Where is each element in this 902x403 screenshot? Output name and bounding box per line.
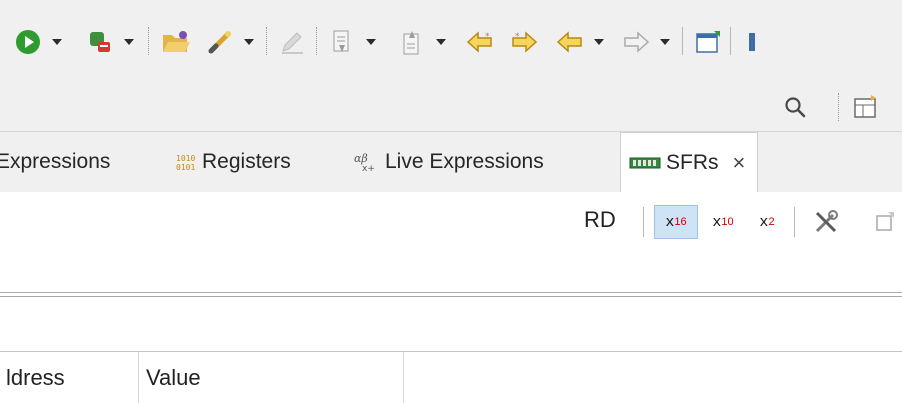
svg-text:*: * bbox=[515, 32, 520, 42]
radix-sub: 2 bbox=[768, 216, 775, 228]
view-tab-bar: Expressions 1010 0101 Registers αβ x+ Li… bbox=[0, 132, 902, 193]
insert-dropdown[interactable] bbox=[362, 27, 380, 57]
sfr-chip-icon bbox=[629, 157, 661, 169]
column-separator[interactable] bbox=[138, 352, 139, 403]
tab-label: Live Expressions bbox=[385, 150, 544, 173]
forward-icon bbox=[624, 31, 650, 53]
insert-button[interactable] bbox=[322, 27, 362, 57]
secondary-toolbar bbox=[0, 83, 902, 132]
back-button[interactable] bbox=[550, 27, 590, 57]
decimal-radix-button[interactable]: x 10 bbox=[702, 205, 744, 239]
chevron-down-icon bbox=[366, 39, 376, 45]
chevron-down-icon bbox=[594, 39, 604, 45]
back-dropdown[interactable] bbox=[590, 27, 608, 57]
insert-icon bbox=[333, 30, 349, 52]
run-button[interactable] bbox=[8, 27, 48, 57]
radix-sub: 10 bbox=[721, 216, 734, 228]
run-icon bbox=[16, 30, 40, 54]
perspective-icon bbox=[854, 95, 876, 118]
radix-base: x bbox=[712, 213, 722, 231]
debug-icon bbox=[90, 32, 110, 52]
export-dropdown[interactable] bbox=[432, 27, 450, 57]
next-edit-button[interactable]: * bbox=[504, 27, 544, 57]
wand-button[interactable] bbox=[200, 27, 240, 57]
wand-icon bbox=[208, 31, 231, 54]
svg-text:1010: 1010 bbox=[176, 154, 195, 163]
new-window-button[interactable] bbox=[688, 27, 728, 57]
forward-dropdown[interactable] bbox=[656, 27, 674, 57]
svg-text:x+: x+ bbox=[362, 164, 375, 173]
export-icon bbox=[403, 31, 419, 55]
chevron-down-icon bbox=[52, 39, 62, 45]
column-separator[interactable] bbox=[403, 352, 404, 403]
export-view-icon bbox=[876, 212, 894, 231]
chevron-down-icon bbox=[124, 39, 134, 45]
forward-button[interactable] bbox=[616, 27, 656, 57]
next-edit-icon: * bbox=[512, 31, 538, 53]
tab-label: Expressions bbox=[0, 150, 111, 173]
back-icon bbox=[556, 31, 582, 53]
radix-base: x bbox=[759, 213, 769, 231]
open-folder-icon bbox=[163, 31, 190, 52]
table-top-border bbox=[0, 351, 902, 352]
sash-divider[interactable] bbox=[0, 292, 902, 293]
toolbar-separator bbox=[682, 27, 683, 55]
tab-label: SFRs bbox=[666, 151, 719, 174]
tab-expressions[interactable]: Expressions bbox=[0, 132, 110, 192]
open-perspective-button[interactable] bbox=[846, 92, 886, 122]
column-header-value[interactable]: Value bbox=[146, 352, 201, 403]
tab-sfrs[interactable]: SFRs × bbox=[620, 132, 759, 193]
rd-button[interactable]: RD bbox=[584, 207, 616, 233]
wand-dropdown[interactable] bbox=[240, 27, 258, 57]
export-view-button[interactable] bbox=[868, 207, 902, 237]
tab-registers[interactable]: 1010 0101 Registers bbox=[175, 132, 291, 192]
toolbar-separator bbox=[730, 27, 731, 55]
search-icon bbox=[785, 97, 806, 118]
toolbar-separator bbox=[266, 27, 267, 55]
export-button[interactable] bbox=[392, 27, 432, 57]
sash-divider bbox=[0, 296, 902, 297]
svg-text:0101: 0101 bbox=[176, 163, 195, 172]
column-header-address[interactable]: ldress bbox=[6, 352, 65, 403]
tab-label: Registers bbox=[202, 150, 291, 173]
binary-radix-button[interactable]: x2 bbox=[750, 205, 784, 239]
toolbar-separator bbox=[794, 207, 795, 237]
search-button[interactable] bbox=[778, 92, 812, 122]
partial-icon bbox=[749, 33, 755, 51]
pen-button[interactable] bbox=[272, 27, 312, 57]
pen-icon bbox=[282, 32, 303, 54]
tab-live-expressions[interactable]: αβ x+ Live Expressions bbox=[354, 132, 544, 192]
radix-base: x bbox=[665, 213, 675, 231]
registers-icon: 1010 0101 bbox=[176, 154, 195, 172]
close-icon[interactable]: × bbox=[733, 150, 746, 176]
debug-dropdown[interactable] bbox=[120, 27, 138, 57]
open-folder-button[interactable] bbox=[156, 27, 196, 57]
debug-button[interactable] bbox=[80, 27, 120, 57]
main-toolbar: * * bbox=[0, 0, 902, 83]
toolbar-separator bbox=[148, 27, 149, 55]
live-expressions-icon: αβ x+ bbox=[354, 152, 375, 173]
new-window-icon bbox=[696, 31, 720, 53]
run-dropdown[interactable] bbox=[48, 27, 66, 57]
svg-text:*: * bbox=[485, 32, 490, 42]
hex-radix-button[interactable]: x 16 bbox=[654, 205, 698, 239]
toolbar-separator bbox=[838, 93, 839, 121]
prev-edit-button[interactable]: * bbox=[460, 27, 500, 57]
tools-icon bbox=[815, 210, 838, 233]
toolbar-separator bbox=[316, 27, 317, 55]
overflow-icon[interactable] bbox=[736, 27, 760, 57]
chevron-down-icon bbox=[436, 39, 446, 45]
radix-sub: 16 bbox=[674, 216, 687, 228]
toolbar-separator bbox=[643, 207, 644, 237]
prev-edit-icon: * bbox=[466, 31, 492, 53]
chevron-down-icon bbox=[660, 39, 670, 45]
configure-button[interactable] bbox=[806, 207, 846, 237]
chevron-down-icon bbox=[244, 39, 254, 45]
